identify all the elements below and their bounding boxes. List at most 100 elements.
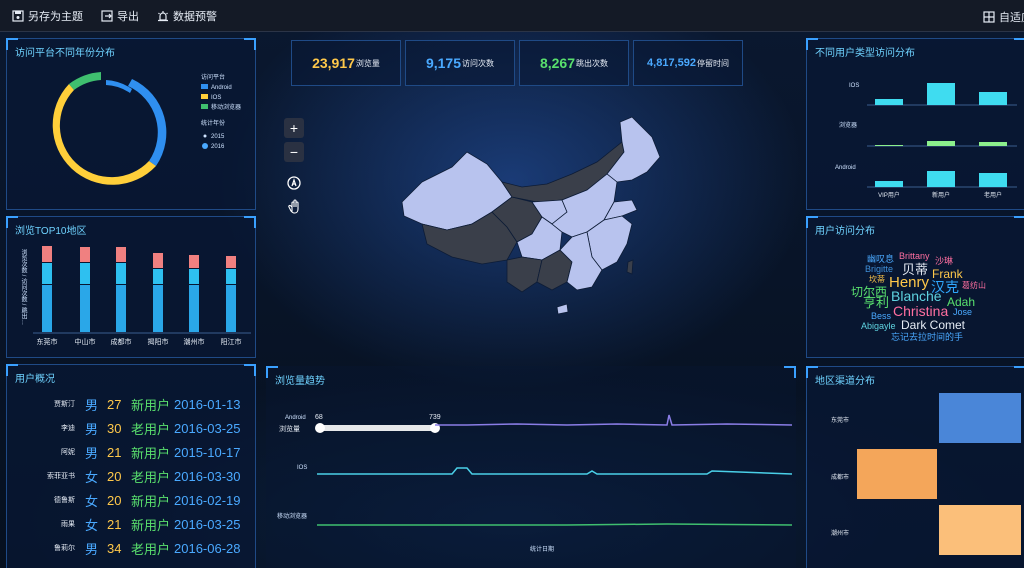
trend-panel: 浏览量趋势 Android 68 739 浏览量 IOS 移动浏览器 统计日期: [266, 366, 796, 568]
trend-chart: Android 68 739 浏览量 IOS 移动浏览器 统计日期: [277, 414, 793, 553]
compass-icon: [287, 176, 301, 190]
range-slider-track[interactable]: [319, 425, 435, 431]
kpi-label: 停留时间: [696, 58, 729, 68]
user-age: 30: [107, 420, 122, 436]
channel-cell: [857, 449, 937, 499]
china-map[interactable]: [392, 112, 692, 322]
trend-label-android: Android: [285, 415, 306, 421]
bar-ios-new: [927, 83, 955, 105]
user-date: 2016-03-30: [174, 468, 241, 484]
trend-label-mobile: 移动浏览器: [277, 512, 307, 520]
user-row: 索菲亚书 女 20 老用户 2016-03-30: [15, 465, 241, 487]
top10-bar-segment: [189, 285, 199, 332]
trend-label-views: 浏览量: [279, 424, 300, 433]
legend-ios[interactable]: IOS: [211, 95, 221, 101]
panel-title: 用户概况: [15, 374, 55, 385]
export-button[interactable]: 导出: [101, 8, 139, 24]
export-label: 导出: [117, 10, 139, 23]
user-gender: 女: [85, 493, 99, 509]
pan-button[interactable]: [284, 196, 304, 216]
donut-mobile-segment: [69, 72, 101, 90]
top10-ylabel: 浏览次数 / 访问次数 / 跳出…: [20, 248, 27, 325]
user-type: 老用户: [131, 541, 171, 557]
legend-mobile-swatch: [201, 104, 208, 109]
kpi-value: 9,175: [425, 55, 462, 71]
cloud-word: Christina: [893, 303, 948, 319]
data-alert-button[interactable]: 数据预警: [157, 8, 217, 24]
trend-line-ios: [317, 467, 793, 475]
user-type-chart: IOS 浏览器 Android VIP用户 新用户 老用户: [835, 83, 1017, 199]
map-region-taiwan[interactable]: [626, 259, 634, 275]
donut-ios-segment: [52, 84, 156, 185]
adaptive-button[interactable]: 自适应: [983, 9, 1024, 25]
user-date: 2015-10-17: [174, 444, 241, 460]
col-label: VIP用户: [878, 191, 900, 199]
top10-bar-segment: [80, 247, 90, 262]
user-name: 德鲁斯: [54, 497, 75, 504]
user-date: 2016-02-19: [174, 492, 241, 508]
user-row: 贾斯汀 男 27 新用户 2016-01-13: [15, 393, 241, 415]
data-alert-label: 数据预警: [173, 10, 217, 23]
alarm-icon: [158, 10, 168, 21]
top10-bar-segment: [116, 247, 126, 262]
user-type: 新用户: [131, 445, 171, 461]
save-theme-label: 另存为主题: [28, 10, 83, 23]
user-gender: 男: [85, 421, 99, 437]
top10-bar-segment: [189, 255, 199, 268]
top10-city-label: 阳江市: [221, 337, 242, 346]
col-label: 新用户: [932, 191, 950, 199]
user-gender: 男: [85, 445, 99, 461]
legend-2015[interactable]: 2015: [211, 134, 225, 140]
channel-city-label: 东莞市: [831, 416, 849, 424]
export-icon: [101, 9, 113, 22]
bar-android-vip: [875, 181, 903, 187]
legend-2016[interactable]: 2016: [211, 144, 225, 150]
channel-cell: [939, 505, 1021, 555]
legend-android[interactable]: Android: [211, 85, 232, 91]
channel-chart: 东莞市 成都市 潮州市: [831, 393, 1021, 555]
donut-chart: 访问平台 Android IOS 移动浏览器 统计年份 2015 2016: [52, 72, 241, 185]
save-theme-button[interactable]: 另存为主题: [12, 8, 83, 24]
top10-city-label: 潮州市: [184, 337, 205, 346]
kpi-label: 跳出次数: [576, 58, 609, 68]
user-name: 索菲亚书: [47, 473, 75, 480]
top10-bar-segment: [116, 263, 126, 284]
users-panel: 用户概况 贾斯汀 男 27 新用户 2016-01-13 李迪 男 30 老用户…: [6, 364, 256, 568]
reset-view-button[interactable]: [284, 173, 304, 193]
top10-bars: [42, 246, 236, 332]
user-type: 新用户: [131, 493, 171, 509]
legend-ios-swatch: [201, 94, 208, 99]
kpi-label: 浏览量: [355, 58, 380, 68]
donut-android-segment: [128, 79, 167, 166]
channel-panel: 地区渠道分布 东莞市 成都市 潮州市: [806, 366, 1024, 568]
row-label: 浏览器: [839, 121, 857, 129]
user-name: 阿妮: [61, 449, 75, 456]
zoom-in-button[interactable]: +: [284, 118, 304, 138]
zoom-out-button[interactable]: −: [284, 142, 304, 162]
user-date: 2016-03-25: [174, 420, 241, 436]
platform-year-panel: 访问平台不同年份分布 访问平台 Android IOS 移动浏览器 统计年份 2…: [6, 38, 256, 210]
grid-icon: [983, 11, 995, 23]
row-label: IOS: [849, 83, 859, 89]
cloud-word: 坎蒂: [869, 274, 885, 284]
user-age: 20: [107, 468, 122, 484]
user-row: 鲁莉尔 男 34 老用户 2016-06-28: [15, 537, 241, 559]
kpi-duration: 4,817,592 停留时间: [633, 40, 743, 86]
bar-ios-old: [979, 92, 1007, 105]
user-date: 2016-01-13: [174, 396, 241, 412]
range-slider-handle-left[interactable]: [315, 423, 325, 433]
legend-mobile[interactable]: 移动浏览器: [211, 103, 241, 111]
cloud-word: 亨利: [863, 295, 889, 310]
map-region-hainan[interactable]: [556, 303, 569, 315]
legend-year-title: 统计年份: [201, 119, 225, 127]
save-icon: [12, 9, 24, 22]
trend-line-mobile: [317, 523, 793, 526]
user-date: 2016-03-25: [174, 516, 241, 532]
user-age: 27: [107, 396, 122, 412]
row-label: Android: [835, 165, 856, 171]
map-region-yunnan[interactable]: [506, 256, 543, 293]
user-type: 新用户: [131, 397, 171, 413]
top10-chart: 浏览次数 / 访问次数 / 跳出… 东莞市 中山市 成都市 揭阳市 潮州市 阳江…: [20, 246, 251, 346]
channel-city-label: 潮州市: [831, 529, 849, 537]
trend-label-ios: IOS: [297, 465, 307, 471]
